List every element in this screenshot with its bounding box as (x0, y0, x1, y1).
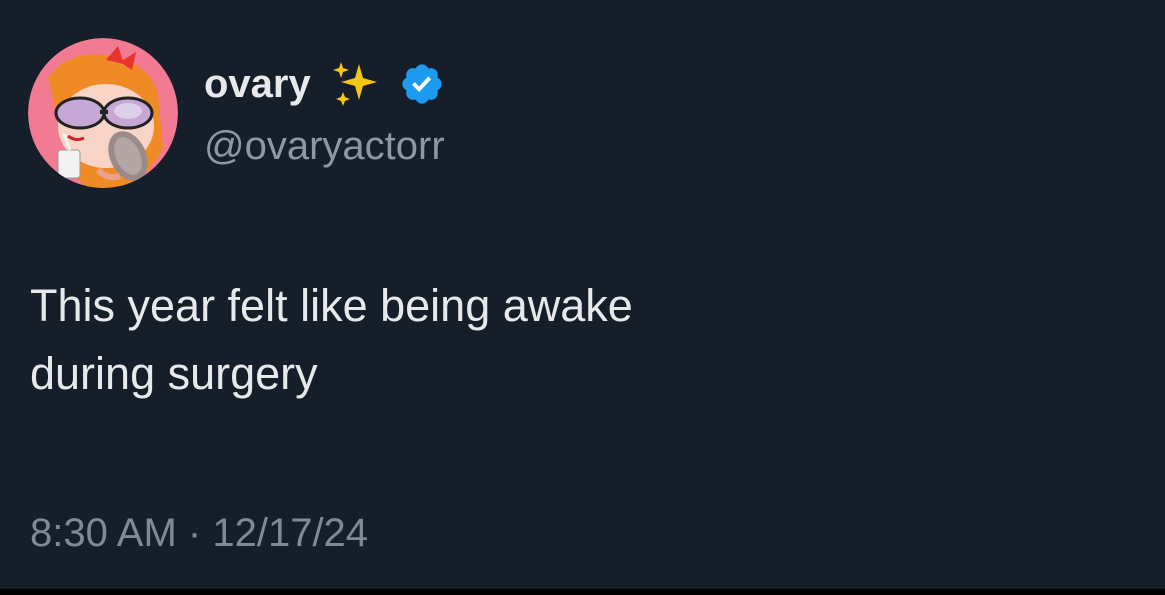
tweet-card: ovary @ovaryactorr This year felt like b… (0, 0, 1165, 595)
tweet-text-line: This year felt like being awake (30, 280, 633, 331)
tweet-text-line: during surgery (30, 348, 318, 399)
tweet-text: This year felt like being awake during s… (30, 272, 930, 408)
powerpuff-girl-avatar-icon (28, 38, 178, 188)
avatar[interactable] (28, 38, 178, 188)
tweet-timestamp[interactable]: 8:30 AM · 12/17/24 (30, 508, 368, 558)
author-name-row: ovary (204, 56, 445, 112)
bottom-divider (0, 589, 1165, 595)
meta-separator: · (187, 511, 202, 555)
user-handle[interactable]: @ovaryactorr (204, 122, 445, 170)
display-name[interactable]: ovary (204, 56, 311, 112)
sparkles-icon (332, 62, 377, 106)
verified-badge-icon[interactable] (399, 61, 445, 107)
tweet-date: 12/17/24 (212, 511, 369, 555)
tweet-time: 8:30 AM (30, 511, 177, 555)
